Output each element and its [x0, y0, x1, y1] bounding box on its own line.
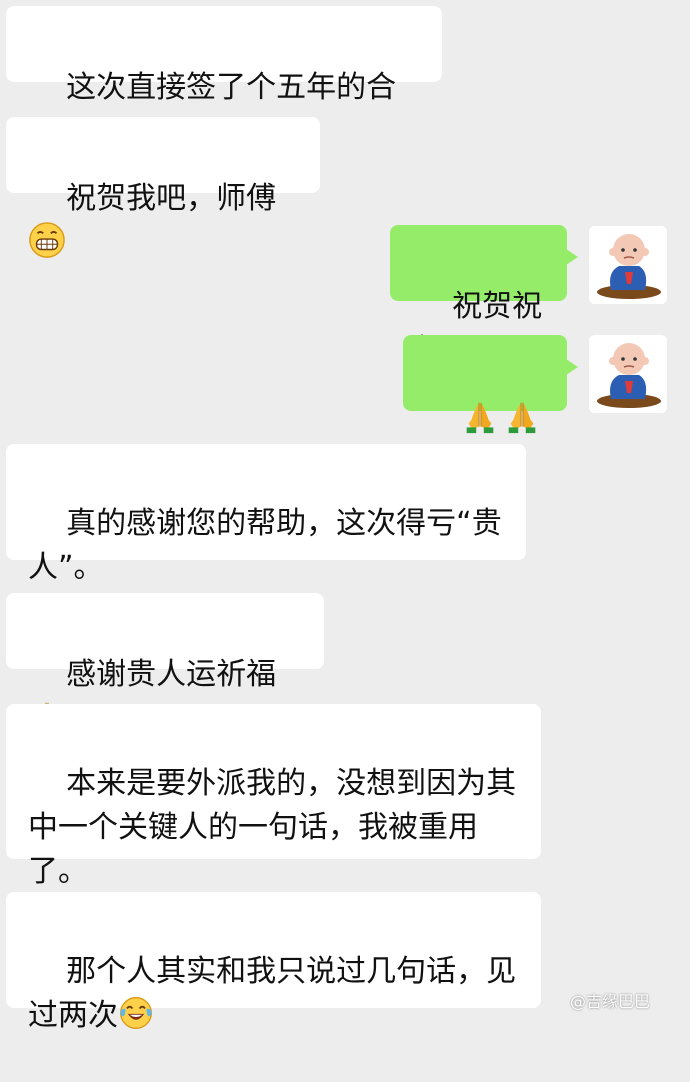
my-avatar[interactable] — [589, 226, 667, 304]
tears-of-joy-emoji-icon — [118, 995, 154, 1031]
my-avatar[interactable] — [589, 335, 667, 413]
incoming-message-bubble[interactable]: 真的感谢您的帮助，这次得亏“贵 人”。 — [6, 444, 526, 585]
message-text: 祝贺我吧，师傅 — [66, 181, 277, 216]
incoming-message-bubble[interactable]: 这次直接签了个五年的合同 — [6, 6, 442, 149]
incoming-message-bubble[interactable]: 祝贺我吧，师傅 — [6, 117, 320, 193]
message-text: 那个人其实和我只说过几句话，见 过两次 — [28, 954, 517, 1033]
message-text: 本来是要外派我的，没想到因为其 中一个关键人的一句话，我被重用 了。 — [28, 766, 517, 889]
outgoing-message-bubble[interactable]: 祝贺祝贺 — [390, 225, 578, 368]
outgoing-message-bubble[interactable] — [403, 335, 578, 411]
cartoon-monk-avatar-icon — [589, 335, 667, 413]
incoming-message-bubble[interactable]: 本来是要外派我的，没想到因为其 中一个关键人的一句话，我被重用 了。 — [6, 704, 541, 889]
weibo-watermark: @吉缘巴巴 — [570, 992, 651, 1011]
pray-emoji-icon — [503, 397, 541, 435]
incoming-message-bubble[interactable]: 那个人其实和我只说过几句话，见 过两次 — [6, 892, 541, 1033]
incoming-message-bubble[interactable]: 感谢贵人运祈福 — [6, 593, 324, 669]
pray-emoji-icon — [461, 397, 499, 435]
message-text: 真的感谢您的帮助，这次得亏“贵 人”。 — [28, 506, 502, 585]
cartoon-monk-avatar-icon — [589, 226, 667, 304]
grin-emoji-icon — [28, 221, 66, 259]
message-text: 感谢贵人运祈福 — [66, 657, 277, 692]
